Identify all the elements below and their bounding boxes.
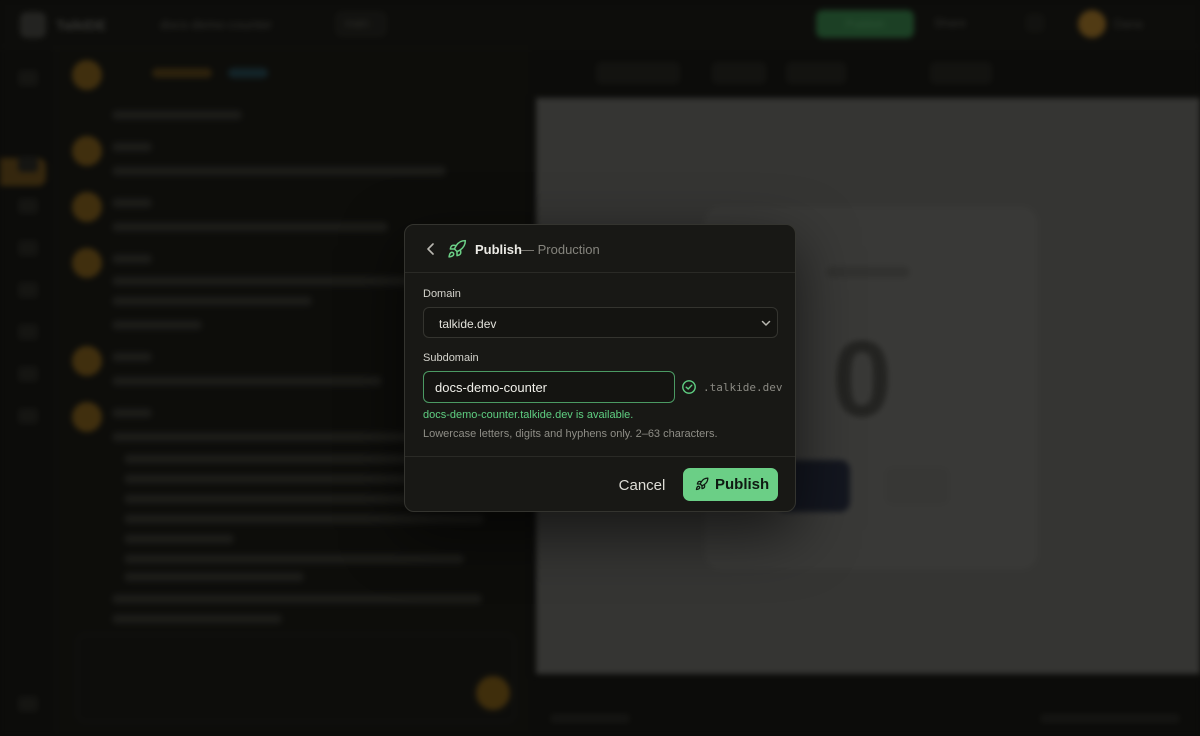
cancel-button[interactable]: Cancel	[603, 469, 681, 501]
dialog-subtitle: — Production	[521, 242, 600, 257]
chevron-left-icon[interactable]	[421, 239, 441, 259]
dialog-title: Publish	[475, 242, 522, 257]
publish-button-label: Publish	[715, 476, 770, 493]
publish-button[interactable]: Publish	[683, 468, 778, 501]
chevron-down-icon	[759, 316, 773, 330]
rocket-icon	[695, 477, 709, 491]
subdomain-label: Subdomain	[423, 352, 479, 364]
availability-message: docs-demo-counter.talkide.dev is availab…	[423, 409, 634, 421]
dialog-header: Publish — Production	[405, 225, 795, 273]
domain-value: talkide.dev	[439, 317, 497, 331]
domain-label: Domain	[423, 288, 461, 300]
subdomain-input[interactable]	[423, 371, 675, 403]
check-circle-icon	[681, 379, 697, 395]
rocket-icon	[447, 239, 467, 259]
publish-dialog: Publish — Production Domain talkide.dev …	[404, 224, 796, 512]
dialog-footer: Cancel Publish	[405, 456, 795, 511]
domain-select[interactable]: talkide.dev	[423, 307, 778, 338]
domain-suffix: .talkide.dev	[703, 381, 783, 394]
subdomain-hint: Lowercase letters, digits and hyphens on…	[423, 428, 718, 440]
